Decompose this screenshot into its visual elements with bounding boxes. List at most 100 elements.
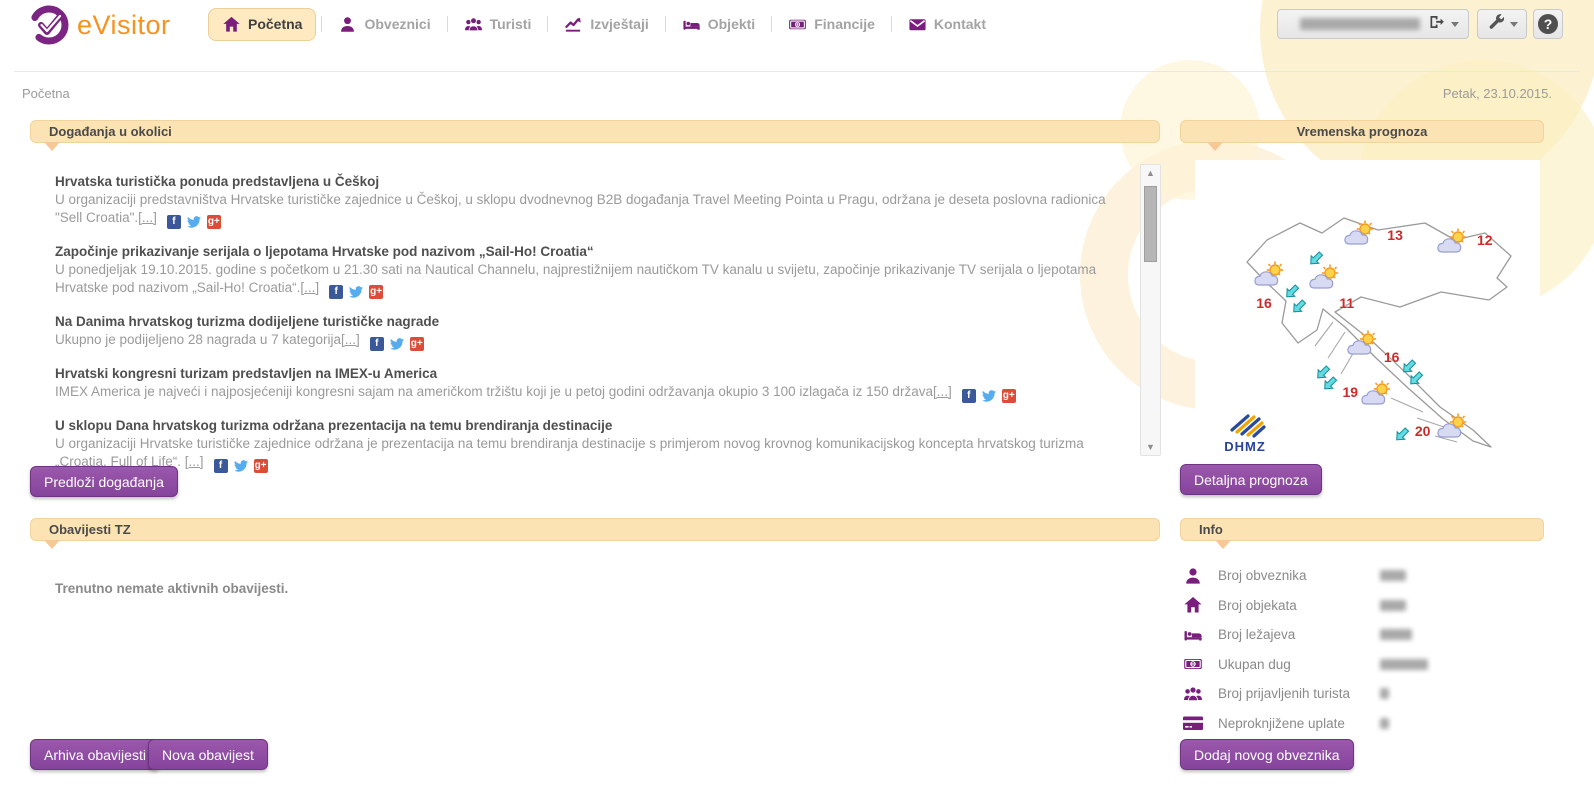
logo-wordmark: eVisitor [77,10,171,41]
read-more-link[interactable]: [...] [933,384,952,399]
news-item-title: Započinje prikazivanje serijala o ljepot… [55,242,1127,261]
scroll-thumb[interactable] [1144,186,1157,262]
info-row-label: Broj prijavljenih turista [1218,686,1376,701]
news-item: U sklopu Dana hrvatskog turizma održana … [55,416,1127,473]
chart-icon [564,15,583,34]
google-plus-share-icon[interactable]: g+ [207,215,221,229]
sun-cloud-icon [1346,329,1382,360]
info-value-blurred [1380,570,1406,581]
read-more-link[interactable]: [...] [185,454,204,469]
twitter-share-icon[interactable] [982,389,996,403]
events-panel-header: Događanja u okolici [30,120,1160,143]
info-row: Broj obveznika [1180,561,1544,591]
nav-item-pocetna[interactable]: Početna [208,8,316,41]
nav-item-turisti[interactable]: Turisti [453,9,543,40]
nav-item-obveznici[interactable]: Obveznici [327,9,441,40]
info-row-label: Ukupan dug [1218,657,1376,672]
google-plus-share-icon[interactable]: g+ [369,285,383,299]
google-plus-share-icon[interactable]: g+ [410,337,424,351]
card-icon [1180,713,1206,733]
weather-panel-header: Vremenska prognoza [1180,120,1544,143]
read-more-link[interactable]: [...] [138,210,157,225]
news-scrollbar[interactable]: ▲ ▼ [1140,164,1161,456]
info-rows: Broj obveznika Broj objekata Broj ležajeva… [1180,561,1544,738]
info-value-blurred [1380,688,1389,699]
google-plus-share-icon[interactable]: g+ [1002,389,1016,403]
add-new-obligor-button[interactable]: Dodaj novog obveznika [1180,739,1354,770]
envelope-icon [908,15,927,34]
twitter-share-icon[interactable] [187,215,201,229]
dhmz-label: DHMZ [1224,439,1266,454]
twitter-share-icon[interactable] [234,459,248,473]
news-item-title: U sklopu Dana hrvatskog turizma održana … [55,416,1127,435]
logout-icon [1427,14,1444,35]
nav-separator [665,16,666,32]
info-row-label: Neproknjižene uplate [1218,716,1376,731]
breadcrumb: Početna [22,86,70,101]
facebook-share-icon[interactable]: f [962,389,976,403]
info-value-blurred [1380,600,1406,611]
nav-separator [547,16,548,32]
group-icon [464,15,483,34]
nav-item-label: Izvještaji [590,16,648,32]
wind-arrow-icon [1407,370,1424,392]
nav-item-izvjestaji[interactable]: Izvještaji [553,9,659,40]
temperature-label: 19 [1342,384,1358,400]
wind-arrow-icon [1394,426,1411,448]
google-plus-share-icon[interactable]: g+ [254,459,268,473]
read-more-link[interactable]: [...] [341,332,360,347]
news-item: Na Danima hrvatskog turizma dodijeljene … [55,312,1127,351]
nav-item-objekti[interactable]: Objekti [671,9,766,40]
facebook-share-icon[interactable]: f [370,337,384,351]
news-item-body: U organizaciji Hrvatske turističke zajed… [55,435,1127,473]
read-more-link[interactable]: [...] [300,280,319,295]
nav-item-label: Kontakt [934,16,986,32]
news-item-title: Na Danima hrvatskog turizma dodijeljene … [55,312,1127,331]
info-value-blurred [1380,659,1428,670]
main-nav: Početna Obveznici Turisti Izvještaji Objekti… [208,7,997,41]
news-item-body: U organizaciji predstavništva Hrvatske t… [55,191,1127,229]
news-item-title: Hrvatska turistička ponuda predstavljena… [55,172,1127,191]
news-item-title: Hrvatski kongresni turizam predstavljen … [55,364,1127,383]
notices-archive-button[interactable]: Arhiva obavijesti [30,739,160,770]
info-row: 0Ukupan dug [1180,650,1544,680]
twitter-share-icon[interactable] [349,285,363,299]
info-row-label: Broj ležajeva [1218,627,1376,642]
share-icons: f g+ [214,459,268,473]
tools-dropdown-button[interactable] [1477,9,1527,39]
news-item: Hrvatska turistička ponuda predstavljena… [55,172,1127,229]
banknote-icon: 0 [788,15,807,34]
wind-arrow-icon [1307,250,1324,272]
news-list: Hrvatska turistička ponuda predstavljena… [55,172,1127,486]
dhmz-logo-icon [1224,408,1266,438]
header-divider [14,71,1580,72]
suggest-events-button[interactable]: Predloži događanja [30,466,178,497]
scroll-down-button[interactable]: ▼ [1141,442,1160,452]
temperature-label: 12 [1477,232,1493,248]
info-row: Broj ležajeva [1180,620,1544,650]
facebook-share-icon[interactable]: f [167,215,181,229]
share-icons: f g+ [329,285,383,299]
news-item-body: Ukupno je podijeljeno 28 nagrada u 7 kat… [55,331,1127,351]
evisitor-logo[interactable]: eVisitor [28,4,171,46]
chevron-down-icon [1451,22,1459,27]
facebook-share-icon[interactable]: f [329,285,343,299]
no-notices-message: Trenutno nemate aktivnih obavijesti. [55,581,288,596]
user-account-dropdown[interactable] [1277,9,1469,39]
news-item-body: U ponedjeljak 19.10.2015. godine s počet… [55,261,1127,299]
person-icon [338,15,357,34]
home-icon [222,15,241,34]
detailed-forecast-button[interactable]: Detaljna prognoza [1180,464,1322,495]
panel-pointer [1207,142,1223,151]
new-notice-button[interactable]: Nova obavijest [148,739,268,770]
wrench-icon [1487,13,1504,35]
help-button[interactable]: ? [1533,9,1563,39]
info-row: Neproknjižene uplate [1180,709,1544,739]
facebook-share-icon[interactable]: f [214,459,228,473]
nav-item-kontakt[interactable]: Kontakt [897,9,997,40]
scroll-up-button[interactable]: ▲ [1141,168,1160,178]
info-row-label: Broj objekata [1218,598,1376,613]
twitter-share-icon[interactable] [390,337,404,351]
nav-item-financije[interactable]: 0Financije [777,9,886,40]
news-item: Započinje prikazivanje serijala o ljepot… [55,242,1127,299]
